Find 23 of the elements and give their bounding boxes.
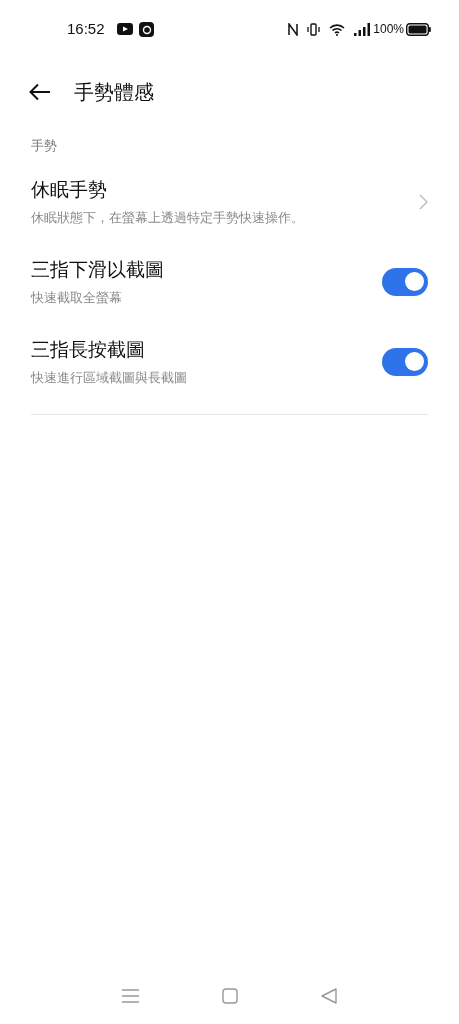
wifi-icon (329, 22, 346, 36)
nfc-icon (288, 22, 299, 36)
app-icon (138, 21, 154, 37)
vibrate-icon (307, 22, 321, 36)
clock: 16:52 (67, 18, 105, 39)
signal-icon (354, 22, 371, 36)
section-header: 手勢 (30, 137, 58, 155)
item-description: 快速截取全螢幕 (31, 288, 123, 307)
item-title: 休眠手勢 (31, 177, 108, 202)
page-title: 手勢體感 (74, 80, 154, 105)
item-description: 休眠狀態下，在螢幕上透過特定手勢快速操作。 (31, 208, 305, 227)
item-title: 三指長按截圖 (31, 337, 146, 362)
back-icon[interactable] (321, 988, 338, 1004)
home-icon[interactable] (222, 988, 238, 1004)
play-app-icon (116, 23, 133, 35)
item-description: 快速進行區域截圖與長截圖 (31, 368, 188, 387)
toggle-switch[interactable] (382, 347, 428, 376)
battery-percent: 100% (373, 21, 404, 38)
battery-icon (406, 22, 431, 36)
menu-icon[interactable] (121, 989, 139, 1003)
item-title: 三指下滑以截圖 (31, 257, 165, 282)
toggle-switch[interactable] (382, 267, 428, 296)
chevron-icon[interactable] (419, 193, 428, 210)
